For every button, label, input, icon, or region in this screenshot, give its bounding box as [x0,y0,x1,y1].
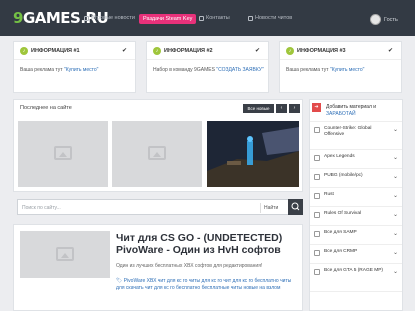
checkbox-icon [314,155,320,161]
chevron-down-icon: ⌄ [393,269,399,275]
add-material-box[interactable]: ➜ Добавить материал и ЗАРАБОТАЙ [310,100,402,122]
article-tags[interactable]: 🏷 PivoWare ХВХ чит для кс го читы для кс… [116,278,301,292]
checkbox-icon [314,174,320,180]
checkbox-icon [314,193,320,199]
earn-link[interactable]: ЗАРАБОТАЙ [326,111,356,117]
bell-icon: ♪ [286,47,294,55]
bell-icon: ♪ [20,47,28,55]
recent-thumb-1[interactable] [18,121,108,187]
category-item[interactable]: Rules Of Survival ⌄ [310,207,402,226]
chevron-down-icon: ⌄ [393,193,399,199]
recent-thumb-2[interactable] [112,121,202,187]
news-icon [84,15,89,21]
sidebar: ➜ Добавить материал и ЗАРАБОТАЙ Counter-… [309,99,403,311]
nav-item-contacts[interactable]: Контакты [199,15,230,21]
chevron-down-icon: ⌄ [393,174,399,180]
category-item[interactable]: Rust ⌄ [310,188,402,207]
chevron-down-icon: ⌄ [393,155,399,161]
avatar [370,14,381,25]
article-thumb[interactable] [20,231,110,278]
nav-item-game-news[interactable]: Игровые новости [84,15,135,21]
info-card-2: ♪ ИНФОРМАЦИЯ #2 ✔ Набор в команду 9GAMES … [146,41,269,93]
check-icon: ✔ [387,48,393,54]
info-card-3: ♪ ИНФОРМАЦИЯ #3 ✔ Ваша реклама тут "Купит… [279,41,402,93]
checkbox-icon [314,127,320,133]
next-arrow-icon[interactable]: › [289,104,300,113]
search-button[interactable] [288,199,303,215]
prev-arrow-icon[interactable]: ‹ [276,104,287,113]
create-request-link[interactable]: "СОЗДАТЬ ЗАЯВКУ" [216,67,263,73]
category-item[interactable]: Все для GTA 5 (RAGE MP) ⌄ [310,264,402,292]
recent-panel: Последнее на сайте Все новые ‹ › [13,99,303,192]
bell-icon: ♪ [153,47,161,55]
image-placeholder-icon [54,146,72,160]
article-card: Чит для CS GO - (UNDETECTED) PivoWare - … [13,224,303,311]
buy-slot-link[interactable]: "Купить место" [64,67,98,73]
nav-item-steam-key[interactable]: Раздачи Steam Key [139,14,197,24]
top-header: 9GAMES.RU Игровые новости Раздачи Steam … [0,0,415,36]
image-placeholder-icon [148,146,166,160]
check-icon: ✔ [121,48,127,54]
chevron-down-icon: ⌄ [393,212,399,218]
add-icon: ➜ [312,103,321,112]
article-title[interactable]: Чит для CS GO - (UNDETECTED) PivoWare - … [116,232,301,256]
chevron-down-icon: ⌄ [393,231,399,237]
chevron-down-icon: ⌄ [393,250,399,256]
search-icon [291,202,300,211]
search-input[interactable]: Поиск по сайту... [22,205,61,211]
game-screenshot-image [207,121,299,187]
recent-thumb-3[interactable] [207,121,299,187]
checkbox-icon [314,231,320,237]
search-bar[interactable]: Поиск по сайту... Найти [17,199,292,215]
search-scope-select[interactable]: Найти [260,203,290,213]
image-placeholder-icon [56,247,74,261]
category-item[interactable]: Все для SAMP ⌄ [310,226,402,245]
info-card-1: ♪ ИНФОРМАЦИЯ #1 ✔ Ваша реклама тут "Купит… [13,41,136,93]
contacts-icon [199,15,204,21]
category-item[interactable]: PUBG (mobile/pc) ⌄ [310,169,402,188]
nav-item-cheats-news[interactable]: Новости читов [248,15,292,21]
category-item[interactable]: Counter-Strike: Global Offensive ⌄ [310,122,402,150]
cheats-icon [248,15,253,21]
user-menu[interactable]: Гость [370,14,398,25]
check-icon: ✔ [254,48,260,54]
chevron-down-icon: ⌄ [393,127,399,133]
category-item[interactable]: Apex Legends ⌄ [310,150,402,169]
category-item[interactable]: Все для CRMP ⌄ [310,245,402,264]
article-description: Один из лучших бесплатных ХВХ софтов для… [116,263,263,269]
checkbox-icon [314,269,320,275]
view-all-button[interactable]: Все новые [243,104,274,113]
buy-slot-link[interactable]: "Купить место" [330,67,364,73]
checkbox-icon [314,250,320,256]
recent-title: Последнее на сайте [20,105,72,111]
checkbox-icon [314,212,320,218]
